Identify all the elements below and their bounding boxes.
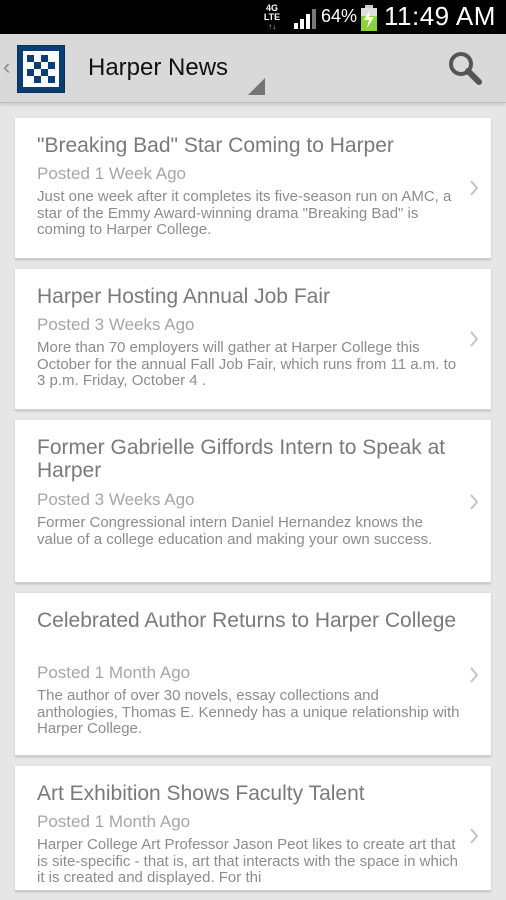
chevron-right-icon [470,331,479,347]
article-card[interactable]: Art Exhibition Shows Faculty Talent Post… [15,766,491,891]
article-title: "Breaking Bad" Star Coming to Harper [37,134,394,157]
article-title: Art Exhibition Shows Faculty Talent [37,782,365,805]
signal-strength-icon [294,9,316,29]
back-caret-icon[interactable]: ‹ [3,56,10,78]
chevron-right-icon [470,667,479,683]
article-summary: Just one week after it completes its fiv… [37,188,452,238]
search-icon[interactable] [447,50,483,86]
article-summary: Harper College Art Professor Jason Peot … [37,836,459,886]
article-title: Former Gabrielle Giffords Intern to Spea… [37,436,446,482]
network-indicator: 4G LTE ↑↓ [262,4,282,32]
app-title[interactable]: Harper News [88,54,228,82]
article-summary: The author of over 30 novels, essay coll… [37,687,460,737]
status-bar: 4G LTE ↑↓ 64% 11:49 AM [0,0,506,34]
status-time: 11:49 AM [384,1,496,31]
article-posted-date: Posted 3 Weeks Ago [37,490,195,509]
chevron-right-icon [470,180,479,196]
battery-percent: 64% [321,6,358,26]
article-card[interactable]: Harper Hosting Annual Job Fair Posted 3 … [15,269,491,410]
chevron-right-icon [470,828,479,844]
battery-charging-icon [361,5,377,31]
data-activity-icon: ↑↓ [268,22,276,31]
article-card[interactable]: "Breaking Bad" Star Coming to Harper Pos… [15,118,491,259]
article-summary: More than 70 employers will gather at Ha… [37,339,457,389]
action-bar: ‹ Harper News [0,34,506,103]
article-posted-date: Posted 1 Month Ago [37,663,191,682]
article-summary: Former Congressional intern Daniel Herna… [37,514,433,548]
article-posted-date: Posted 1 Week Ago [37,164,187,183]
article-posted-date: Posted 1 Month Ago [37,812,191,831]
chevron-right-icon [470,494,479,510]
article-title: Celebrated Author Returns to Harper Coll… [37,609,457,632]
dropdown-triangle-icon[interactable] [248,78,265,95]
article-posted-date: Posted 3 Weeks Ago [37,315,195,334]
article-card[interactable]: Celebrated Author Returns to Harper Coll… [15,593,491,756]
article-title: Harper Hosting Annual Job Fair [37,285,330,308]
network-subtype: LTE [263,12,281,22]
article-card[interactable]: Former Gabrielle Giffords Intern to Spea… [15,420,491,583]
harper-logo-icon[interactable] [17,45,65,93]
